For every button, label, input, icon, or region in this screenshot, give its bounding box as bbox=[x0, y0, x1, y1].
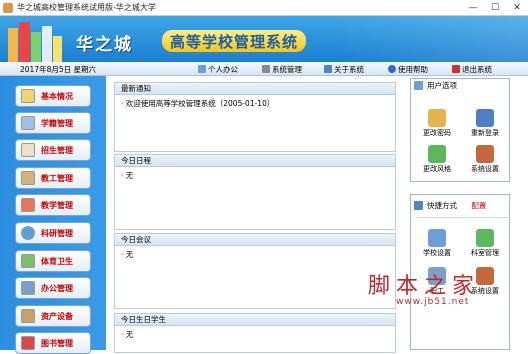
notice-item[interactable]: · 欢迎使用高等学校管理系统（2005-01-10） bbox=[115, 95, 395, 112]
meeting-item: · 无 bbox=[121, 250, 134, 259]
user-icon bbox=[414, 81, 423, 90]
buildings-logo-icon bbox=[8, 22, 62, 62]
department-management-button[interactable]: 科室管理 bbox=[465, 229, 505, 258]
nav-staff[interactable]: 教工管理 bbox=[15, 167, 91, 189]
research-icon bbox=[21, 226, 35, 240]
watermark-url: www.jb51.net bbox=[396, 297, 470, 307]
panel-latest-notice: 最新通知 · 欢迎使用高等学校管理系统（2005-01-10） bbox=[114, 82, 396, 152]
current-date: 2017年8月5日 星期六 bbox=[20, 65, 97, 74]
panel-birthday-students: 今日生日学生 · 无 bbox=[114, 313, 396, 353]
admissions-icon bbox=[21, 143, 35, 157]
change-style-button[interactable]: 更改风格 bbox=[417, 145, 457, 174]
relogin-button[interactable]: 重新登录 bbox=[465, 109, 505, 138]
about-button[interactable]: 关于系统 bbox=[324, 63, 364, 75]
left-nav: 基本情况 学籍管理 招生管理 教工管理 教学管理 科研管理 体育卫生 办公管理 … bbox=[0, 76, 106, 354]
brand-name: 华之城 bbox=[76, 35, 133, 55]
maximize-button[interactable]: ☐ bbox=[484, 0, 506, 16]
school-settings-button[interactable]: 学校设置 bbox=[417, 229, 457, 258]
nav-teaching[interactable]: 教学管理 bbox=[15, 194, 91, 216]
gear-icon bbox=[262, 65, 270, 73]
help-button[interactable]: 使用帮助 bbox=[388, 63, 428, 75]
info-icon bbox=[324, 65, 332, 73]
toolbar: 2017年8月5日 星期六 个人办公 系统管理 关于系统 使用帮助 退出系统 bbox=[0, 62, 528, 76]
office-icon bbox=[21, 281, 35, 295]
nav-research[interactable]: 科研管理 bbox=[15, 222, 91, 244]
style-icon bbox=[428, 145, 446, 163]
system-settings-button[interactable]: 系统设置 bbox=[465, 145, 505, 174]
panel-today-meetings: 今日会议 · 无 bbox=[114, 233, 396, 309]
change-password-button[interactable]: 更改密码 bbox=[417, 109, 457, 138]
nav-library[interactable]: 图书管理 bbox=[15, 332, 91, 354]
nav-assets[interactable]: 资产设备 bbox=[15, 305, 91, 327]
config-link[interactable]: 配置 bbox=[471, 201, 486, 210]
department-icon bbox=[476, 229, 494, 247]
nav-admissions[interactable]: 招生管理 bbox=[15, 139, 91, 161]
exit-button[interactable]: 退出系统 bbox=[452, 63, 492, 75]
teaching-icon bbox=[21, 198, 35, 212]
panel-title: 最新通知 bbox=[115, 83, 395, 95]
system-name: 高等学校管理系统 bbox=[162, 30, 307, 52]
minimize-button[interactable]: — bbox=[462, 0, 484, 16]
sports-health-icon bbox=[21, 254, 35, 268]
main-content: 最新通知 · 欢迎使用高等学校管理系统（2005-01-10） 今日日程 · 无… bbox=[114, 78, 396, 353]
app-icon bbox=[3, 2, 13, 13]
nav-basic-info[interactable]: 基本情况 bbox=[15, 85, 91, 107]
exit-icon bbox=[452, 65, 460, 73]
personal-office-button[interactable]: 个人办公 bbox=[198, 63, 238, 75]
window-title: 华之城高校管理系统试用版-华之城大学 bbox=[17, 3, 156, 12]
user-options-box: 用户选项 更改密码 重新登录 更改风格 系统设置 bbox=[410, 78, 510, 182]
school-icon bbox=[428, 229, 446, 247]
schedule-item: · 无 bbox=[121, 171, 134, 180]
shortcuts-header: 快捷方式 配置 bbox=[411, 195, 509, 213]
title-bar: 华之城高校管理系统试用版-华之城大学 — ☐ ✕ bbox=[0, 0, 528, 16]
student-records-icon bbox=[21, 116, 35, 130]
library-icon bbox=[21, 336, 35, 350]
panel-today-schedule: 今日日程 · 无 bbox=[114, 154, 396, 230]
key-icon bbox=[428, 109, 446, 127]
right-sidebar: 用户选项 更改密码 重新登录 更改风格 系统设置 快捷方式 配置 学校设置 科室… bbox=[404, 78, 528, 350]
tools-icon bbox=[476, 145, 494, 163]
person-icon bbox=[198, 65, 206, 73]
shortcut-icon bbox=[414, 201, 423, 210]
panel-title: 今日会议 bbox=[115, 234, 395, 246]
staff-icon bbox=[21, 171, 35, 185]
nav-office[interactable]: 办公管理 bbox=[15, 277, 91, 299]
system-admin-button[interactable]: 系统管理 bbox=[262, 63, 302, 75]
relogin-icon bbox=[476, 109, 494, 127]
user-options-header: 用户选项 bbox=[411, 79, 509, 92]
help-icon bbox=[388, 65, 396, 73]
watermark: 脚本之家 bbox=[368, 274, 481, 299]
birthday-item: · 无 bbox=[121, 330, 134, 339]
panel-title: 今日日程 bbox=[115, 155, 395, 167]
nav-sports-health[interactable]: 体育卫生 bbox=[15, 250, 91, 272]
banner: 华之城 高等学校管理系统 bbox=[0, 16, 528, 62]
basic-info-icon bbox=[21, 89, 35, 103]
assets-icon bbox=[21, 309, 35, 323]
close-button[interactable]: ✕ bbox=[506, 0, 528, 16]
nav-student-records[interactable]: 学籍管理 bbox=[15, 112, 91, 134]
panel-title: 今日生日学生 bbox=[115, 314, 395, 326]
